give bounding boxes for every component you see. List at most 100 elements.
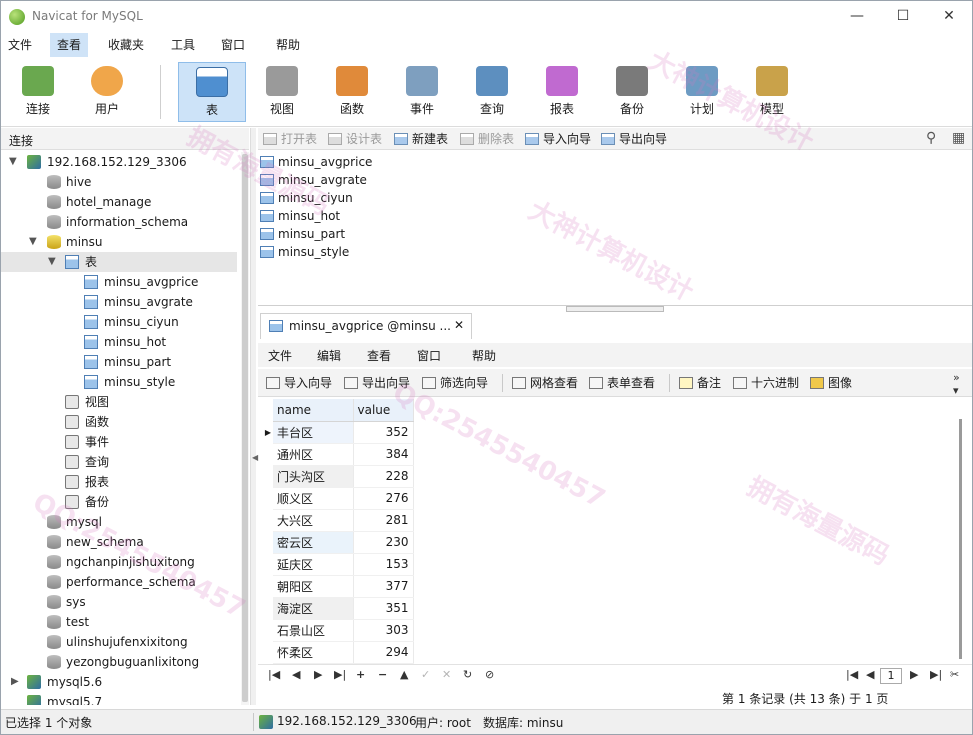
page-number-input[interactable]: 1 [880, 668, 902, 684]
cell-name[interactable]: 石景山区 [273, 619, 354, 642]
menu-favorites[interactable]: 收藏夹 [101, 33, 151, 57]
table-row[interactable]: 通州区 384 [263, 443, 414, 466]
tree-db-yezongbu[interactable]: yezongbuguanlixitong [1, 652, 237, 672]
cell-value[interactable]: 294 [353, 641, 414, 664]
chevron-down-icon[interactable]: ▼ [29, 232, 37, 252]
tree-connection-mysql57[interactable]: mysql5.7 [1, 692, 237, 705]
menu-window[interactable]: 窗口 [214, 33, 252, 57]
tree-db-ulinshuju[interactable]: ulinshujufenxixitong [1, 632, 237, 652]
menu-file[interactable]: 文件 [1, 33, 39, 57]
chevron-down-icon[interactable]: ▼ [48, 252, 56, 272]
column-header-name[interactable]: name [273, 399, 354, 422]
toolbar-report-button[interactable]: 报表 [528, 62, 596, 122]
cell-name[interactable]: 密云区 [273, 531, 354, 554]
inner-menu-help[interactable]: 帮助 [472, 347, 496, 364]
tree-views-node[interactable]: 视图 [1, 392, 237, 412]
cell-name[interactable]: 丰台区 [273, 421, 354, 444]
toolbar-backup-button[interactable]: 备份 [598, 62, 666, 122]
inner-import-button[interactable]: 导入向导 [266, 375, 332, 391]
stop-icon[interactable]: ⊘ [485, 668, 494, 681]
settings-icon[interactable]: ✂ [950, 668, 959, 681]
apply-icon[interactable]: ▲ [400, 668, 408, 681]
image-button[interactable]: 图像 [810, 375, 852, 391]
next-record-icon[interactable]: ▶ [314, 668, 322, 681]
inner-menu-window[interactable]: 窗口 [417, 347, 441, 364]
cell-name[interactable]: 朝阳区 [273, 575, 354, 598]
tree-db-minsu[interactable]: ▼ minsu [1, 232, 237, 252]
chevron-right-icon[interactable]: ▶ [11, 672, 19, 692]
delete-record-icon[interactable]: − [378, 668, 387, 681]
cell-value[interactable]: 230 [353, 531, 414, 554]
toolbar-view-button[interactable]: 视图 [248, 62, 316, 122]
cell-value[interactable]: 228 [353, 465, 414, 488]
tree-db-information-schema[interactable]: information_schema [1, 212, 237, 232]
cell-value[interactable]: 303 [353, 619, 414, 642]
first-page-icon[interactable]: |◀ [846, 668, 858, 681]
add-record-icon[interactable]: + [356, 668, 365, 681]
inner-menu-view[interactable]: 查看 [367, 347, 391, 364]
toolbar-function-button[interactable]: 函数 [318, 62, 386, 122]
cell-value[interactable]: 153 [353, 553, 414, 576]
tree-db-new-schema[interactable]: new_schema [1, 532, 237, 552]
cell-name[interactable]: 怀柔区 [273, 641, 354, 664]
cell-name[interactable]: 通州区 [273, 443, 354, 466]
menu-tools[interactable]: 工具 [164, 33, 202, 57]
object-item[interactable]: minsu_ciyun [260, 189, 353, 207]
object-item[interactable]: minsu_style [260, 243, 349, 261]
toolbar-table-button[interactable]: 表 [178, 62, 246, 122]
column-header-value[interactable]: value [353, 399, 414, 422]
table-row[interactable]: 石景山区 303 [263, 619, 414, 642]
cell-name[interactable]: 顺义区 [273, 487, 354, 510]
tree-db-mysql[interactable]: mysql [1, 512, 237, 532]
tree-connection-mysql56[interactable]: ▶ mysql5.6 [1, 672, 237, 692]
tree-table-item[interactable]: minsu_style [1, 372, 237, 392]
inner-menu-file[interactable]: 文件 [268, 347, 292, 364]
next-page-icon[interactable]: ▶ [910, 668, 918, 681]
tree-queries-node[interactable]: 查询 [1, 452, 237, 472]
hex-button[interactable]: 十六进制 [733, 375, 799, 391]
cell-name[interactable]: 门头沟区 [273, 465, 354, 488]
close-tab-icon[interactable]: ✕ [454, 318, 464, 332]
scrollbar-thumb[interactable] [959, 419, 962, 659]
tree-db-test[interactable]: test [1, 612, 237, 632]
tree-db-sys[interactable]: sys [1, 592, 237, 612]
grid-scrollbar[interactable] [956, 399, 966, 661]
tree-db-hotel-manage[interactable]: hotel_manage [1, 192, 237, 212]
table-row[interactable]: 海淀区 351 [263, 597, 414, 620]
cancel-icon[interactable]: ✕ [442, 668, 451, 681]
tree-events-node[interactable]: 事件 [1, 432, 237, 452]
table-row[interactable]: 朝阳区 377 [263, 575, 414, 598]
table-row[interactable]: 怀柔区 294 [263, 641, 414, 664]
tree-db-hive[interactable]: hive [1, 172, 237, 192]
close-button[interactable]: ✕ [926, 1, 972, 31]
tree-tables-node[interactable]: ▼ 表 [1, 252, 237, 272]
tree-db-performance-schema[interactable]: performance_schema [1, 572, 237, 592]
collapse-arrow-icon[interactable]: ◀ [252, 453, 258, 462]
prev-page-icon[interactable]: ◀ [866, 668, 874, 681]
table-row[interactable]: ▶ 丰台区 352 [263, 421, 414, 444]
design-table-button[interactable]: 设计表 [328, 131, 382, 147]
cell-value[interactable]: 351 [353, 597, 414, 620]
first-record-icon[interactable]: |◀ [268, 668, 280, 681]
inner-menu-edit[interactable]: 编辑 [317, 347, 341, 364]
tree-table-item[interactable]: minsu_part [1, 352, 237, 372]
toolbar-connection-button[interactable]: 连接 [4, 62, 72, 122]
tree-table-item[interactable]: minsu_avgrate [1, 292, 237, 312]
horizontal-splitter[interactable] [566, 306, 664, 312]
tree-db-ngchanpin[interactable]: ngchanpinjishuxitong [1, 552, 237, 572]
cell-value[interactable]: 384 [353, 443, 414, 466]
maximize-button[interactable]: ☐ [880, 1, 926, 31]
export-wizard-button[interactable]: 导出向导 [601, 131, 667, 147]
toolbar-user-button[interactable]: 用户 [73, 62, 141, 122]
toolbar-schedule-button[interactable]: 计划 [668, 62, 736, 122]
table-row[interactable]: 顺义区 276 [263, 487, 414, 510]
object-item[interactable]: minsu_avgprice [260, 153, 372, 171]
more-tools-icon[interactable]: » ▾ [953, 371, 960, 397]
tree-functions-node[interactable]: 函数 [1, 412, 237, 432]
menu-help[interactable]: 帮助 [269, 33, 307, 57]
object-item[interactable]: minsu_part [260, 225, 345, 243]
object-item[interactable]: minsu_hot [260, 207, 340, 225]
open-table-button[interactable]: 打开表 [263, 131, 317, 147]
tree-reports-node[interactable]: 报表 [1, 472, 237, 492]
form-view-button[interactable]: 表单查看 [589, 375, 655, 391]
